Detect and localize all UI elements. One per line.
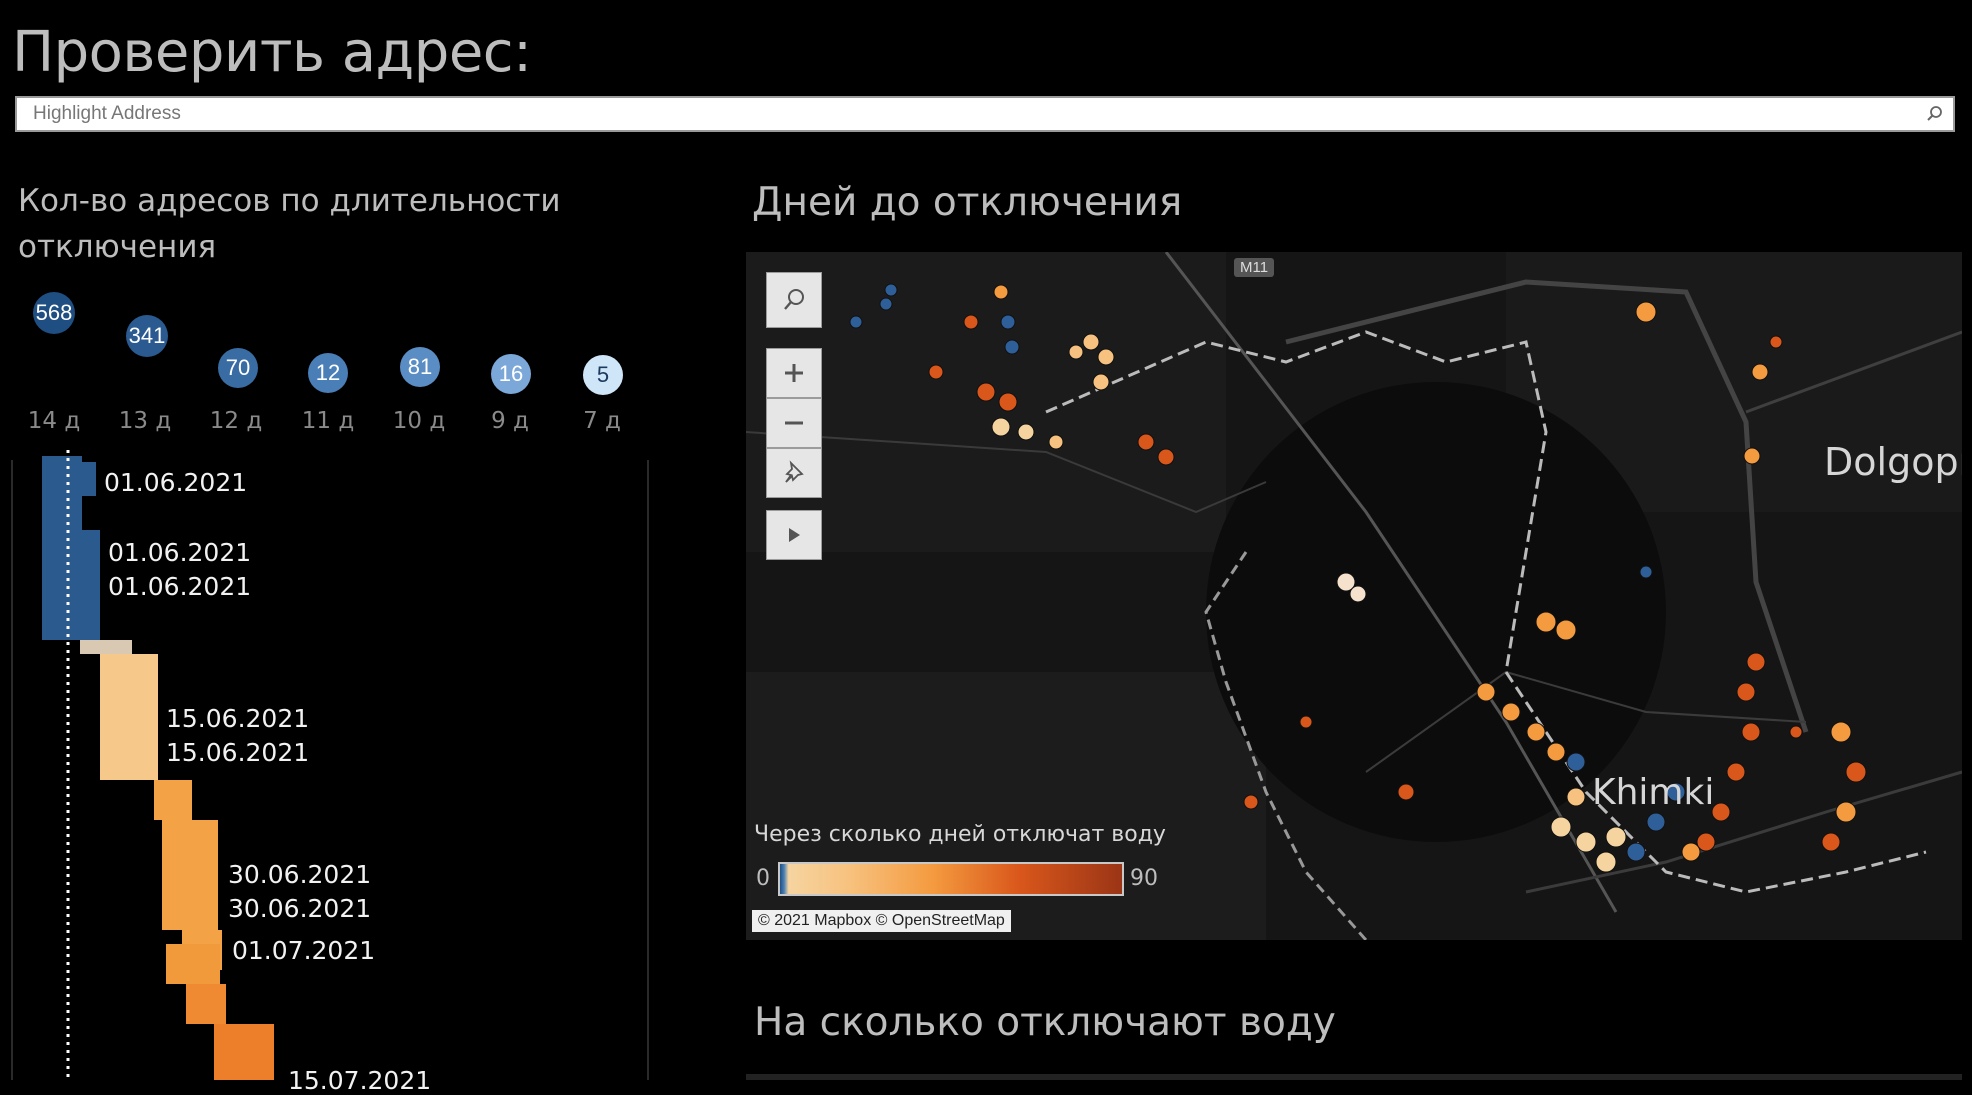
count-value: 81 — [407, 354, 433, 379]
count-value: 12 — [315, 360, 341, 385]
zoom-in-icon — [785, 364, 803, 382]
map-search-button[interactable] — [766, 272, 822, 328]
count-bubble-13[interactable]: 341 — [126, 315, 168, 357]
timeline-bar — [82, 530, 100, 640]
count-bubbles: 568 341 70 12 81 16 5 14 д 13 д 12 д 11 … — [0, 0, 700, 460]
zoom-in-button[interactable] — [766, 348, 822, 398]
timeline-date-label: 15.06.2021 — [166, 738, 310, 767]
days-label: 11 д — [301, 408, 355, 434]
bottom-section-title: На сколько отключают воду — [754, 1000, 1336, 1045]
search-icon[interactable] — [1925, 104, 1945, 124]
timeline-bar — [214, 1024, 274, 1080]
legend-min: 0 — [756, 866, 770, 891]
count-value: 341 — [128, 323, 166, 348]
color-legend-bar — [778, 862, 1124, 896]
days-label: 10 д — [392, 408, 446, 434]
road-shield: M11 — [1234, 258, 1275, 277]
legend-title: Через сколько дней отключат воду — [754, 822, 1166, 847]
legend-max: 90 — [1130, 866, 1158, 891]
timeline-date-label: 15.06.2021 — [166, 704, 310, 733]
zoom-out-icon — [785, 421, 803, 425]
bottom-chart-edge — [746, 1074, 1962, 1080]
count-bubble-9[interactable]: 16 — [491, 354, 531, 394]
play-icon — [789, 528, 800, 542]
timeline-bar — [80, 640, 132, 654]
pin-button[interactable] — [766, 448, 822, 498]
map-attribution[interactable]: © 2021 Mapbox © OpenStreetMap — [752, 910, 1011, 932]
days-label: 9 д — [491, 408, 529, 434]
timeline-date-label: 30.06.2021 — [228, 860, 372, 889]
timeline-bar — [42, 456, 82, 640]
timeline-bar — [162, 820, 218, 930]
count-value: 70 — [225, 355, 251, 380]
count-value: 16 — [498, 361, 524, 386]
timeline-bar — [166, 944, 220, 984]
count-value: 568 — [35, 300, 73, 325]
timeline-date-label: 01.06.2021 — [108, 538, 252, 567]
count-bubble-12[interactable]: 70 — [218, 348, 258, 388]
city-label: Khimki — [1592, 772, 1715, 813]
count-bubble-7[interactable]: 5 — [583, 355, 623, 395]
count-bubble-14[interactable]: 568 — [33, 292, 75, 334]
map-title: Дней до отключения — [752, 180, 1183, 225]
map-view[interactable]: M11 Dolgopr Khimki Через сколько дней от… — [746, 252, 1962, 940]
count-bubble-11[interactable]: 12 — [308, 353, 348, 393]
days-label: 13 д — [118, 408, 172, 434]
zoom-out-button[interactable] — [766, 398, 822, 448]
search-icon — [784, 289, 804, 310]
timeline-date-label: 01.07.2021 — [232, 936, 376, 965]
play-button[interactable] — [766, 510, 822, 560]
shutdown-timeline — [11, 450, 649, 1080]
count-value: 5 — [596, 362, 610, 387]
city-label: Dolgopr — [1824, 440, 1962, 484]
count-bubble-10[interactable]: 81 — [400, 347, 440, 387]
days-label: 14 д — [27, 408, 81, 434]
days-label: 7 д — [583, 408, 621, 434]
timeline-bar — [154, 780, 192, 820]
timeline-bar — [82, 462, 96, 496]
timeline-date-label: 15.07.2021 — [288, 1066, 432, 1095]
timeline-date-label: 01.06.2021 — [104, 468, 248, 497]
timeline-bar — [100, 654, 158, 780]
pin-icon — [785, 460, 804, 483]
timeline-date-label: 01.06.2021 — [108, 572, 252, 601]
timeline-bar — [186, 984, 226, 1024]
timeline-date-label: 30.06.2021 — [228, 894, 372, 923]
days-label: 12 д — [209, 408, 263, 434]
